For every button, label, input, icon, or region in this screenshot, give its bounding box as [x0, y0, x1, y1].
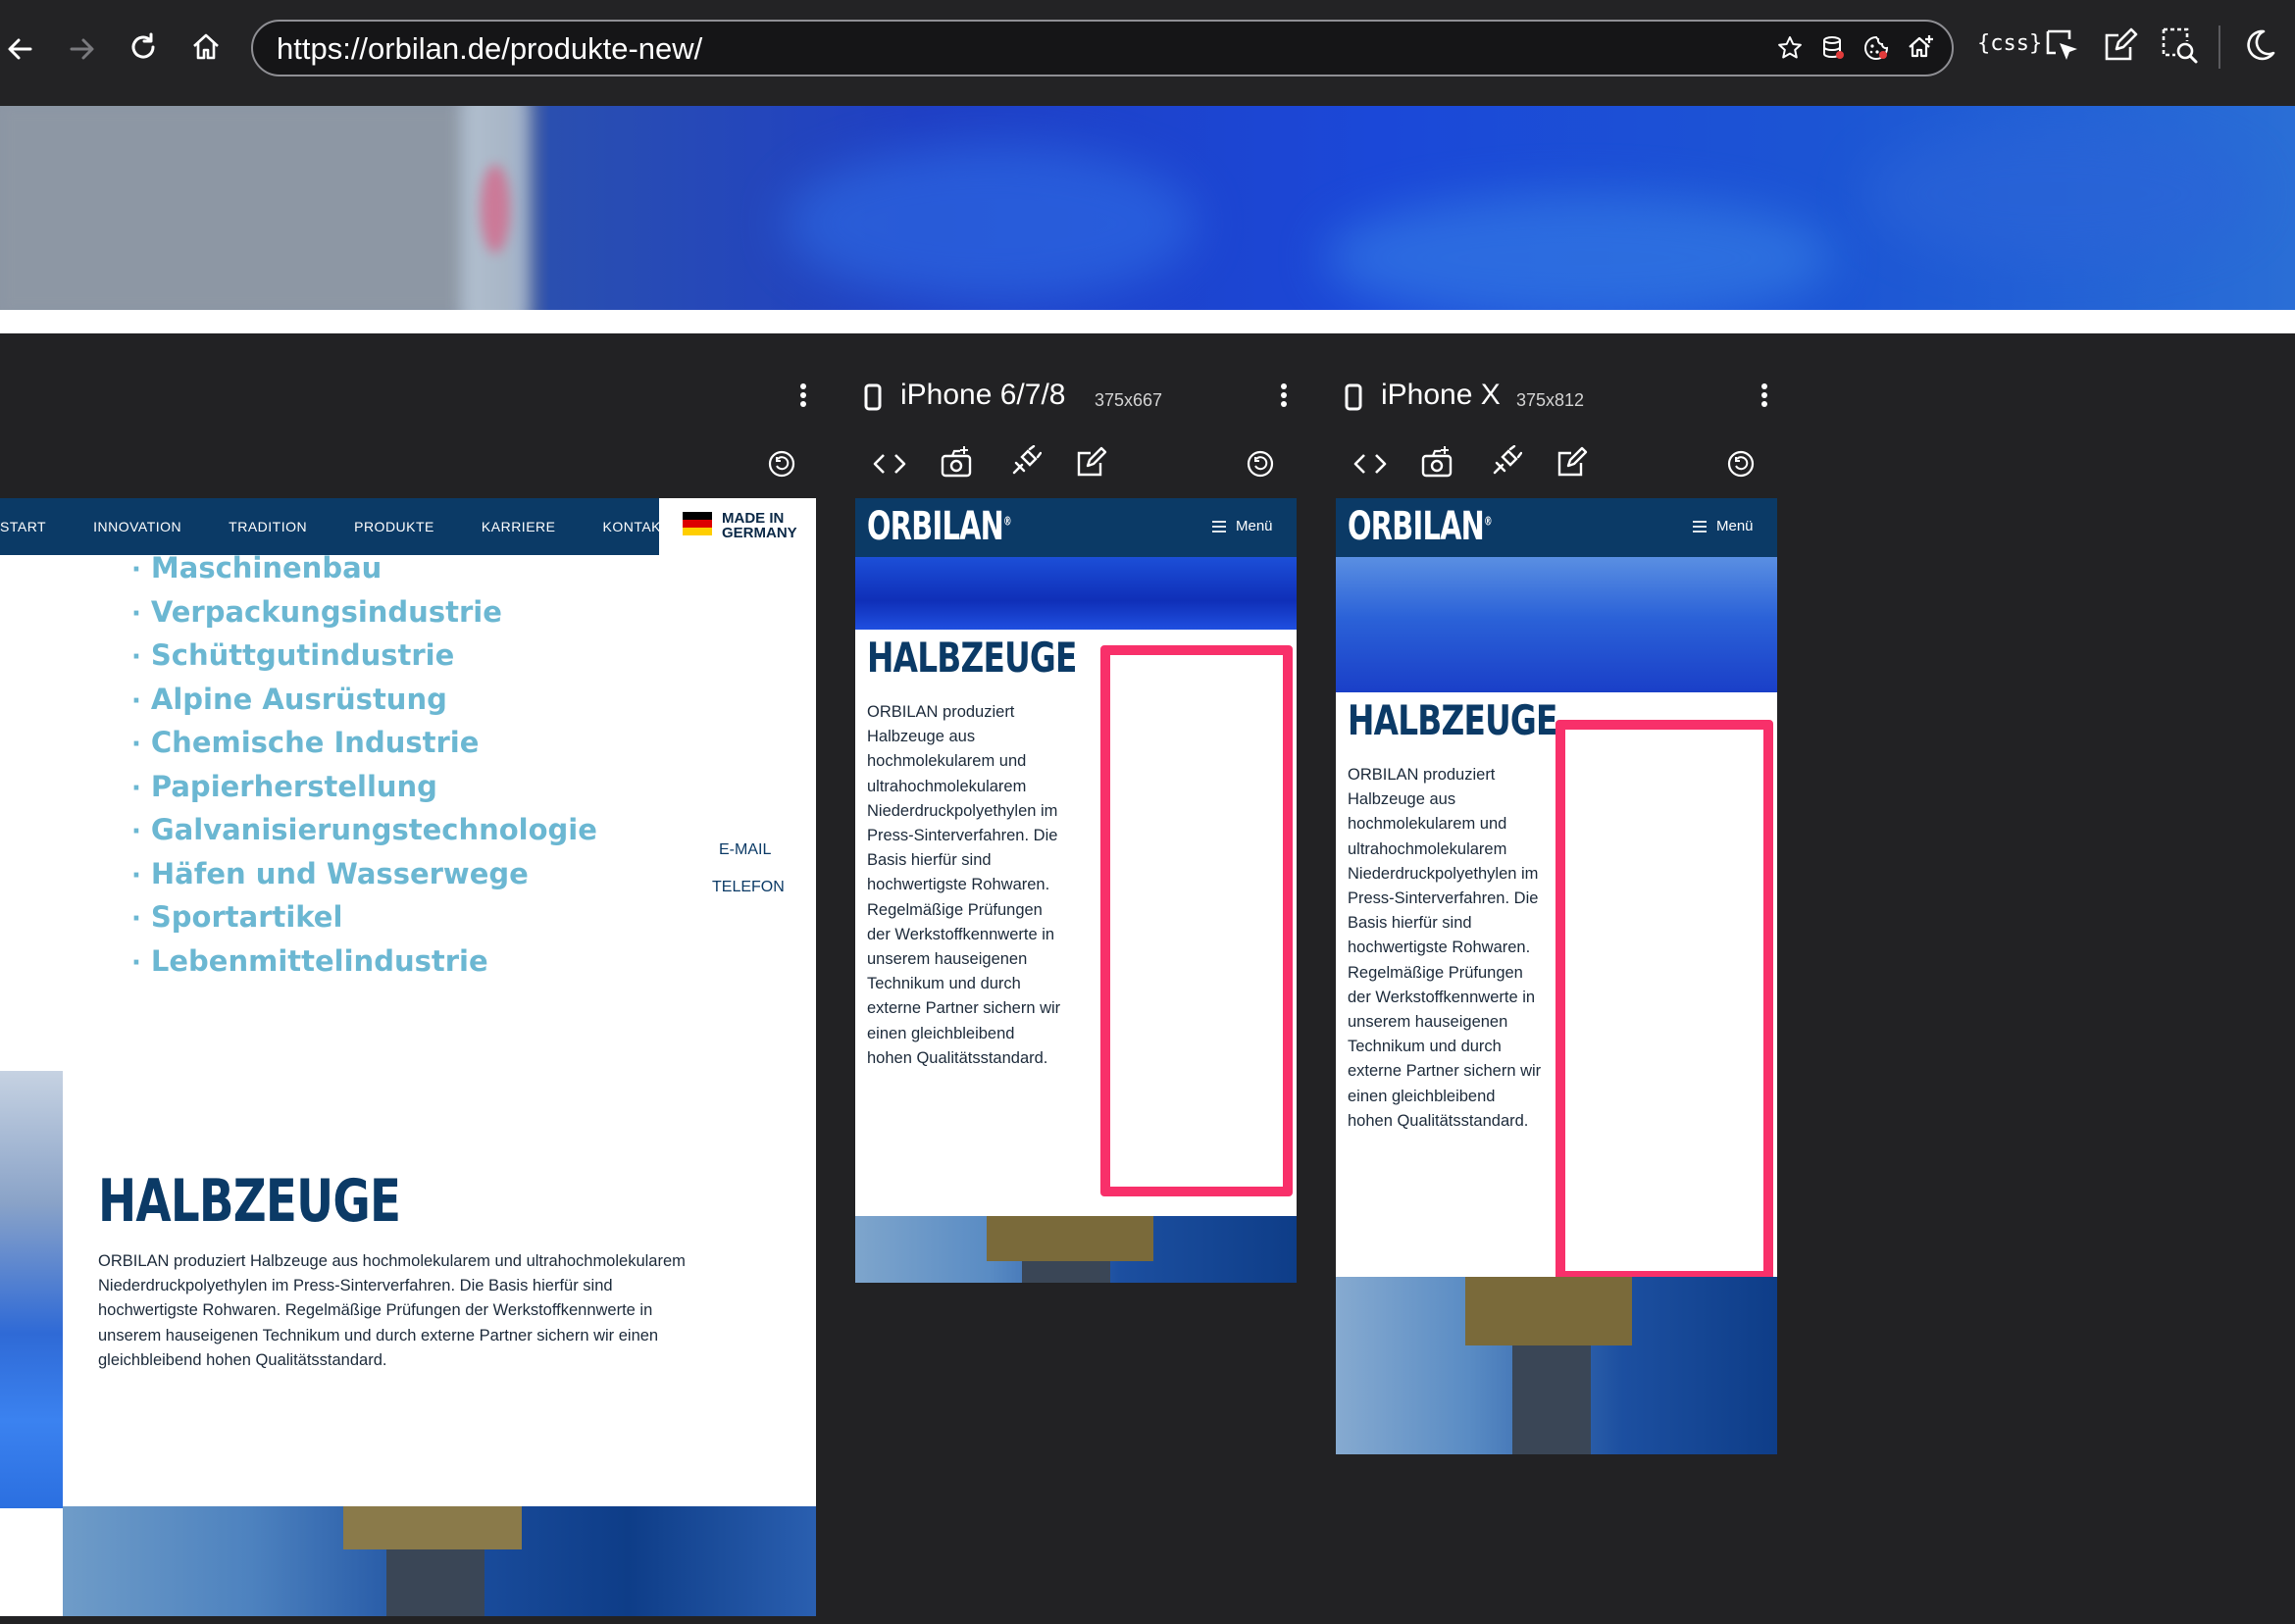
section-heading: HALBZEUGE [867, 634, 1077, 682]
orbilan-logo[interactable]: ORBILAN® [1348, 504, 1493, 549]
main-navigation: START INNOVATION TRADITION PRODUKTE KARR… [0, 498, 670, 555]
menu-button[interactable]: Menü [1716, 518, 1754, 534]
industry-list: · Maschinenbau · Verpackungsindustrie · Sch… [131, 551, 597, 988]
phone-device-icon [1344, 382, 1363, 412]
mobile-header: ORBILAN® Menü [855, 498, 1297, 557]
list-item: · Sportartikel [131, 900, 343, 934]
section-text: ORBILAN produziert Halbzeuge aus hochmolek… [867, 703, 1061, 1067]
machine-image [855, 1216, 1297, 1283]
list-item: · Maschinenbau [131, 551, 382, 584]
rotate-icon[interactable] [1724, 447, 1758, 481]
dark-mode-icon[interactable] [2238, 24, 2281, 67]
home-add-extension-icon[interactable] [1905, 31, 1936, 63]
list-item: · Alpine Ausrüstung [131, 682, 447, 716]
made-in-germany-badge: MADE IN GERMANY [659, 498, 816, 555]
nav-innovation[interactable]: INNOVATION [93, 519, 181, 534]
section-heading: HALBZEUGE [98, 1167, 401, 1236]
section-heading: HALBZEUGE [1348, 696, 1557, 744]
home-icon[interactable] [186, 27, 226, 67]
menu-button[interactable]: Menü [1236, 518, 1273, 534]
list-item: · Galvanisierungstechnologie [131, 813, 597, 846]
device-name: iPhone 6/7/8 [900, 379, 1066, 411]
list-item: · Schüttgutindustrie [131, 638, 455, 672]
nav-start[interactable]: START [0, 519, 46, 534]
product-side-image [0, 1071, 63, 1508]
cookie-extension-icon[interactable] [1862, 33, 1891, 63]
reload-icon[interactable] [124, 27, 163, 67]
phone-device-icon [863, 382, 883, 412]
hero-banner-image [0, 106, 2295, 310]
iphone-x-preview: ORBILAN® Menü HALBZEUGE ORBILAN produzie… [1336, 498, 1777, 1454]
disconnect-icon[interactable] [1487, 443, 1524, 481]
desktop-rotate-icon[interactable] [765, 447, 798, 481]
page-stripe [0, 310, 2295, 333]
edit-page-icon[interactable] [2099, 24, 2142, 67]
list-item: · Chemische Industrie [131, 726, 480, 759]
css-extension-icon[interactable]: {css} [1977, 31, 2042, 56]
mobile-hero-image [1336, 557, 1777, 692]
machine-image [63, 1506, 816, 1616]
screenshot-icon[interactable] [938, 443, 975, 481]
mobile-header: ORBILAN® Menü [1336, 498, 1777, 557]
device-size: 375x667 [1095, 390, 1163, 410]
edit-icon[interactable] [1554, 443, 1591, 481]
url-text[interactable]: https://orbilan.de/produkte-new/ [277, 31, 702, 67]
edit-icon[interactable] [1073, 443, 1110, 481]
machine-image [1336, 1277, 1777, 1454]
mobile-hero-image [855, 557, 1297, 630]
section-text: ORBILAN produziert Halbzeuge aus hochmolek… [1348, 766, 1542, 1130]
desktop-panel-menu-icon[interactable] [800, 381, 806, 410]
section-text: ORBILAN produziert Halbzeuge aus hochmol… [98, 1252, 686, 1369]
device-panel-menu-icon[interactable] [1761, 381, 1767, 410]
rotate-icon[interactable] [1244, 447, 1277, 481]
highlight-box [1556, 720, 1773, 1281]
list-item: · Lebenmittelindustrie [131, 943, 488, 978]
germany-label: GERMANY [722, 525, 797, 541]
device-panel-menu-icon[interactable] [1281, 381, 1287, 410]
device-name: iPhone X [1381, 379, 1501, 411]
address-bar[interactable]: https://orbilan.de/produkte-new/ [251, 20, 1954, 76]
back-icon[interactable] [0, 29, 39, 69]
hamburger-icon[interactable] [1691, 518, 1708, 535]
hamburger-icon[interactable] [1210, 518, 1228, 535]
forward-icon[interactable] [63, 29, 102, 69]
disconnect-icon[interactable] [1006, 443, 1044, 481]
phone-link[interactable]: TELEFON [712, 879, 785, 896]
email-link[interactable]: E-MAIL [719, 841, 771, 859]
made-in-label: MADE IN [722, 510, 785, 527]
list-item: · Verpackungsindustrie [131, 594, 502, 629]
toolbar-divider [2218, 25, 2220, 69]
screenshot-icon[interactable] [1418, 443, 1455, 481]
iphone-8-preview: ORBILAN® Menü HALBZEUGE ORBILAN produzie… [855, 498, 1297, 1283]
view-source-icon[interactable] [871, 447, 908, 481]
bookmark-star-icon[interactable] [1775, 33, 1805, 63]
region-search-icon[interactable] [2158, 24, 2201, 67]
nav-tradition[interactable]: TRADITION [229, 519, 307, 534]
database-extension-icon[interactable] [1818, 33, 1848, 63]
device-size: 375x812 [1516, 390, 1585, 410]
list-item: · Häfen und Wasserwege [131, 856, 529, 890]
orbilan-logo[interactable]: ORBILAN® [867, 504, 1012, 549]
element-picker-icon[interactable] [2042, 25, 2085, 69]
list-item: · Papierherstellung [131, 769, 437, 803]
browser-toolbar: https://orbilan.de/produkte-new/ {css} [0, 0, 2295, 106]
nav-produkte[interactable]: PRODUKTE [354, 519, 434, 534]
german-flag-icon [683, 512, 712, 535]
highlight-box [1100, 645, 1293, 1196]
view-source-icon[interactable] [1352, 447, 1389, 481]
desktop-preview: START INNOVATION TRADITION PRODUKTE KARR… [0, 498, 816, 1616]
nav-karriere[interactable]: KARRIERE [482, 519, 556, 534]
